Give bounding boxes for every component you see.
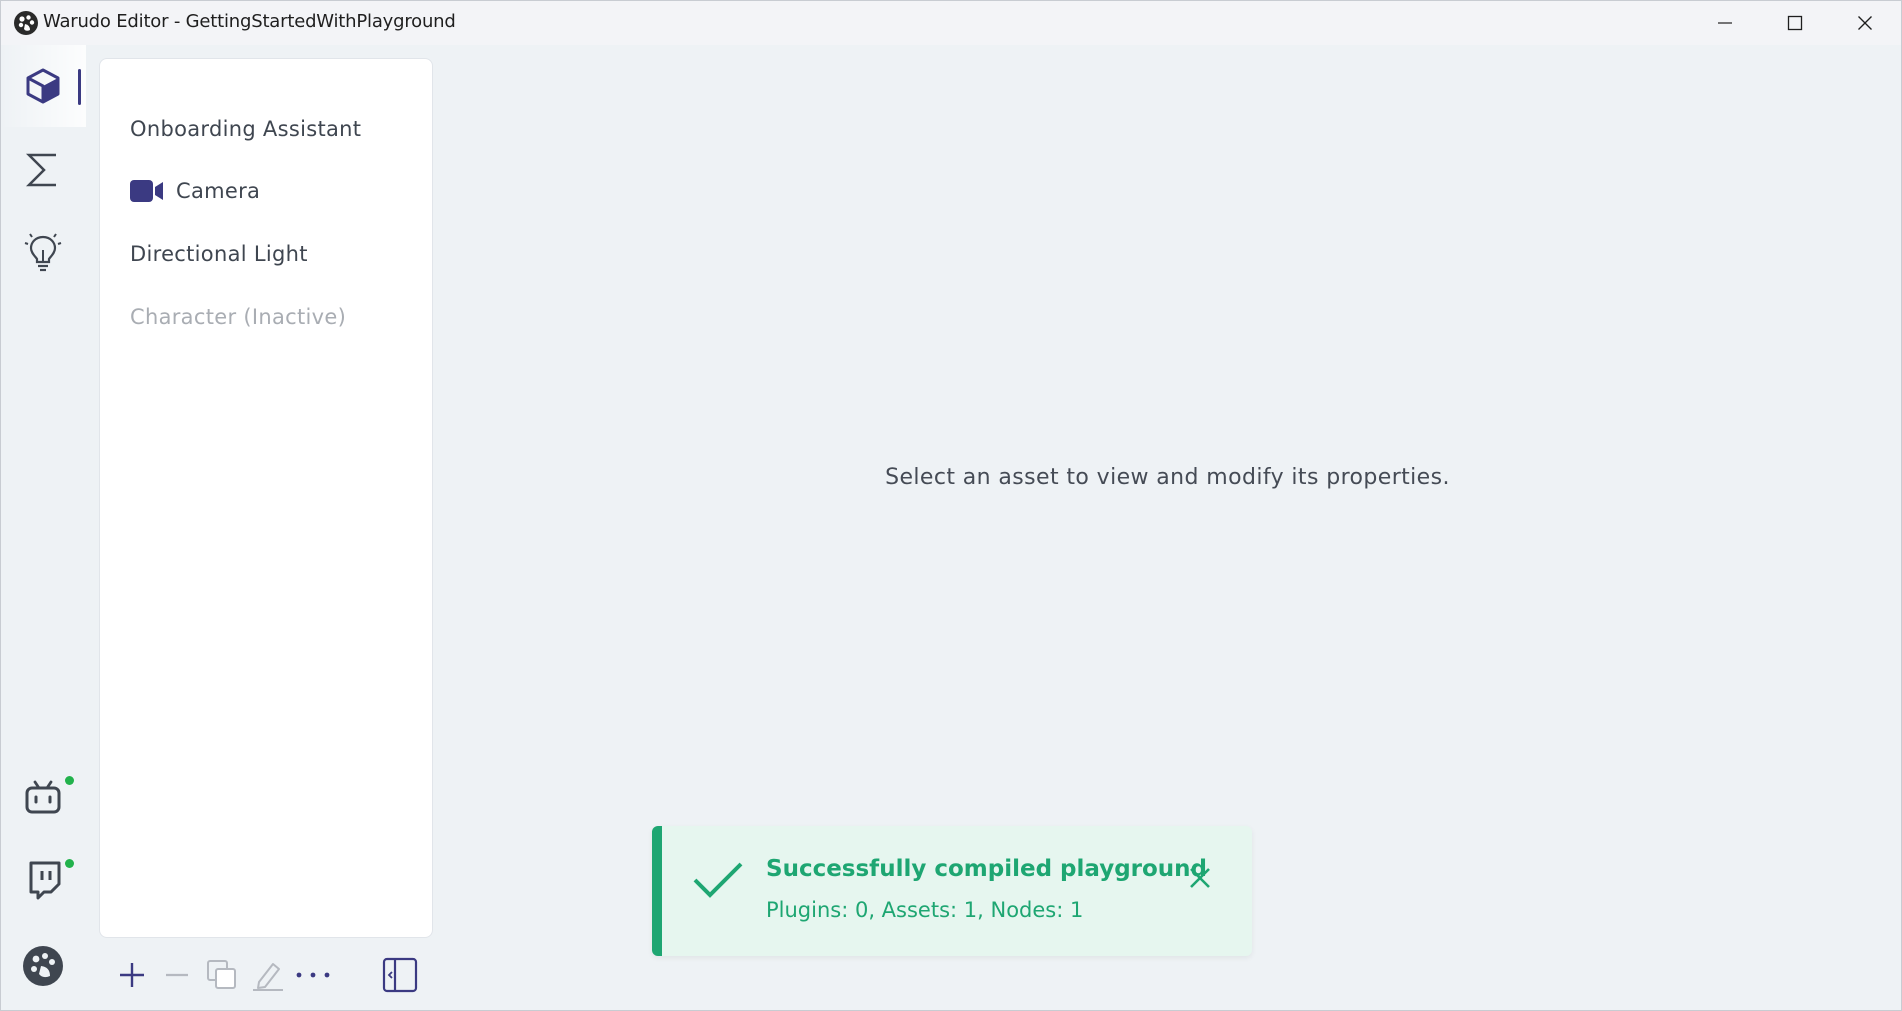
app-window: Warudo Editor - GettingStartedWithPlaygr…: [0, 0, 1902, 1011]
sidebar-item-bilibili[interactable]: [0, 757, 86, 839]
empty-state-message: Select an asset to view and modify its p…: [885, 465, 1450, 490]
more-options-button[interactable]: [293, 955, 333, 995]
sidebar-item-assets[interactable]: [0, 45, 86, 127]
maximize-icon: [1787, 15, 1803, 30]
warudo-logo-icon: [14, 11, 38, 35]
bilibili-icon: [25, 780, 61, 814]
toast-close-button[interactable]: [1182, 860, 1218, 896]
asset-list-panel: Onboarding Assistant Camera Directional …: [99, 58, 433, 938]
success-toast: Successfully compiled playground Plugins…: [652, 826, 1252, 956]
duplicate-icon: [207, 960, 236, 989]
asset-item-camera[interactable]: Camera: [130, 171, 260, 211]
asset-item-label: Character (Inactive): [130, 305, 347, 329]
sidebar-item-blueprints[interactable]: [0, 129, 86, 211]
toast-accent-bar: [652, 826, 662, 956]
icon-sidebar: [0, 45, 86, 1011]
close-button[interactable]: [1830, 0, 1900, 45]
sidebar-item-twitch[interactable]: [0, 840, 86, 922]
asset-item-label: Camera: [176, 179, 261, 203]
cube-icon: [26, 68, 60, 104]
check-icon: [693, 862, 743, 898]
asset-item-onboarding-assistant[interactable]: Onboarding Assistant: [130, 109, 361, 149]
close-icon: [1190, 868, 1210, 888]
toast-title: Successfully compiled playground: [766, 856, 1208, 882]
remove-icon: [166, 973, 188, 977]
remove-asset-button[interactable]: [157, 955, 197, 995]
collapse-panel-icon: [382, 957, 418, 993]
minimize-button[interactable]: [1690, 0, 1760, 45]
asset-item-label: Onboarding Assistant: [130, 117, 362, 141]
add-asset-button[interactable]: [112, 955, 152, 995]
active-indicator: [78, 69, 81, 105]
toast-body: Plugins: 0, Assets: 1, Nodes: 1: [766, 898, 1084, 922]
twitch-icon: [29, 861, 61, 900]
duplicate-asset-button[interactable]: [202, 955, 242, 995]
window-title: Warudo Editor - GettingStartedWithPlaygr…: [43, 11, 456, 32]
add-icon: [120, 963, 144, 987]
sidebar-item-settings[interactable]: [0, 925, 86, 1007]
sidebar-item-tutorials[interactable]: [0, 211, 86, 293]
title-bar: Warudo Editor - GettingStartedWithPlaygr…: [0, 0, 1902, 45]
asset-item-label: Directional Light: [130, 242, 308, 266]
more-icon: [296, 972, 330, 978]
camera-icon: [130, 179, 164, 203]
lightbulb-icon: [24, 233, 62, 272]
rename-asset-button[interactable]: [248, 955, 288, 995]
sigma-icon: [25, 153, 56, 187]
asset-item-character[interactable]: Character (Inactive): [130, 297, 346, 337]
close-icon: [1858, 15, 1872, 30]
rename-icon: [253, 963, 283, 991]
minimize-icon: [1718, 21, 1732, 24]
bilibili-status-dot: [65, 776, 74, 785]
collapse-panel-button[interactable]: [380, 955, 420, 995]
twitch-status-dot: [65, 859, 74, 868]
palette-icon: [23, 946, 63, 986]
maximize-button[interactable]: [1760, 0, 1830, 45]
asset-item-directional-light[interactable]: Directional Light: [130, 234, 308, 274]
